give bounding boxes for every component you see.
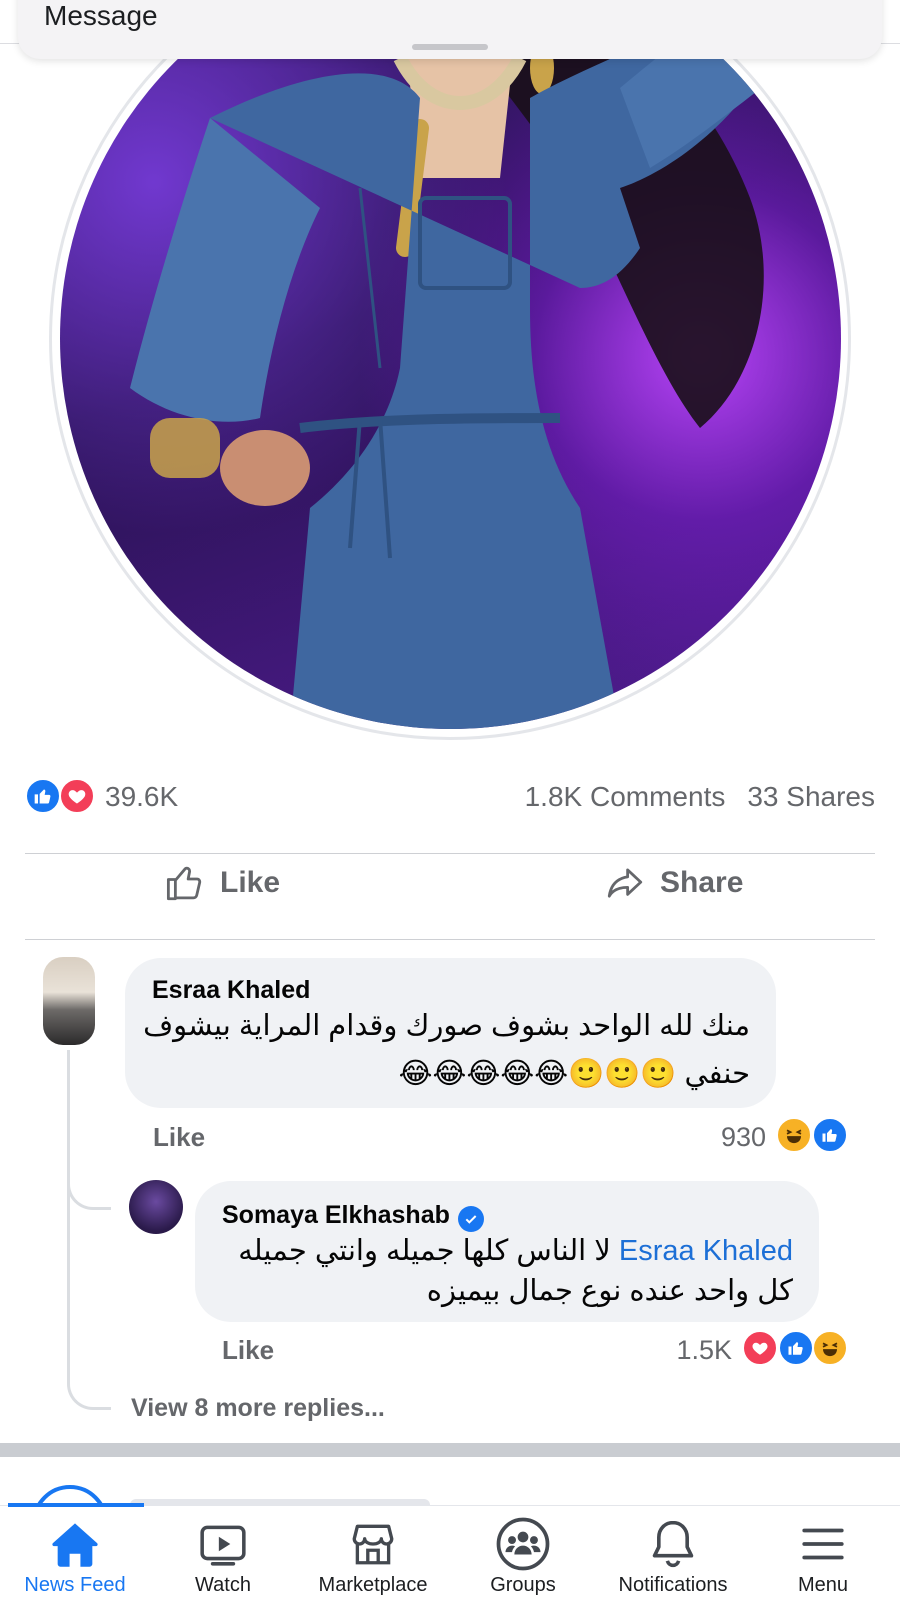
- profile-photo-illustration: [130, 0, 800, 729]
- next-post-peek: [0, 1457, 900, 1507]
- nav-label: Watch: [195, 1574, 251, 1596]
- nav-news-feed[interactable]: News Feed: [0, 1506, 150, 1600]
- groups-icon: [493, 1516, 553, 1572]
- message-sheet[interactable]: Message: [18, 0, 882, 59]
- reply-bubble[interactable]: Somaya Elkhashab Esraa Khaled لا الناس ك…: [195, 1181, 819, 1322]
- menu-icon: [793, 1516, 853, 1572]
- reply-like-button[interactable]: Like: [222, 1335, 274, 1366]
- reply-author[interactable]: Somaya Elkhashab: [222, 1201, 484, 1232]
- comment-reaction-count[interactable]: 930: [680, 1122, 766, 1153]
- nav-groups[interactable]: Groups: [448, 1506, 598, 1600]
- nav-menu[interactable]: Menu: [748, 1506, 898, 1600]
- nav-label: Notifications: [618, 1574, 728, 1596]
- reply-text: لا الناس كلها جميله وانتي جميله: [238, 1235, 611, 1267]
- actions-divider: [25, 939, 875, 940]
- share-button-label: Share: [660, 866, 744, 899]
- post-stats: 39.6K 1.8K Comments 33 Shares: [25, 776, 875, 816]
- reaction-count[interactable]: 39.6K: [105, 781, 178, 813]
- reply-text-line: Esraa Khaled لا الناس كلها جميله وانتي ج…: [238, 1233, 793, 1268]
- message-sheet-title: Message: [44, 0, 158, 31]
- nav-label: Menu: [797, 1574, 849, 1596]
- mention-link[interactable]: Esraa Khaled: [619, 1235, 793, 1267]
- reply-text-line: كل واحد عنده نوع جمال بيميزه: [426, 1275, 793, 1307]
- like-button-label: Like: [220, 866, 281, 899]
- haha-reaction-icon: [812, 1330, 848, 1366]
- love-reaction-icon: [59, 778, 95, 814]
- nav-marketplace[interactable]: Marketplace: [298, 1506, 448, 1600]
- nav-label: Groups: [490, 1574, 556, 1596]
- bell-icon: [643, 1516, 703, 1572]
- thumbs-up-icon: [166, 866, 202, 901]
- comment-text-line: حنفي 🙂🙂🙂😂😂😂😂😂: [398, 1058, 750, 1090]
- comment-author[interactable]: Esraa Khaled: [152, 976, 310, 1005]
- profile-photo[interactable]: [60, 0, 841, 729]
- avatar[interactable]: [43, 957, 95, 1045]
- stats-divider: [25, 853, 875, 854]
- marketplace-icon: [343, 1516, 403, 1572]
- haha-reaction-icon: [776, 1117, 812, 1153]
- reply-reaction-count[interactable]: 1.5K: [650, 1335, 732, 1366]
- share-button[interactable]: Share: [604, 858, 743, 908]
- like-reaction-icon: [812, 1117, 848, 1153]
- bottom-navigation: News Feed Watch Marketplace Groups Notif…: [0, 1503, 900, 1600]
- reply-author-name: Somaya Elkhashab: [222, 1201, 450, 1229]
- like-reaction-icon: [778, 1330, 814, 1366]
- comment-count-link[interactable]: 1.8K Comments: [525, 781, 726, 812]
- nav-notifications[interactable]: Notifications: [598, 1506, 748, 1600]
- thread-connector: [67, 1340, 111, 1410]
- thread-connector: [67, 1140, 111, 1210]
- view-more-replies-link[interactable]: View 8 more replies...: [131, 1394, 385, 1423]
- avatar[interactable]: [129, 1180, 183, 1234]
- verified-badge-icon: [457, 1206, 484, 1232]
- comment-bubble[interactable]: Esraa Khaled منك لله الواحد بشوف صورك وق…: [125, 958, 776, 1108]
- nav-label: News Feed: [24, 1574, 126, 1596]
- sheet-drag-handle[interactable]: [412, 44, 488, 50]
- feed-separator: [0, 1443, 900, 1457]
- nav-label: Marketplace: [318, 1574, 428, 1596]
- share-count-link[interactable]: 33 Shares: [747, 781, 875, 812]
- like-button[interactable]: Like: [164, 858, 280, 908]
- home-icon: [45, 1516, 105, 1572]
- nav-watch[interactable]: Watch: [148, 1506, 298, 1600]
- comment-like-button[interactable]: Like: [153, 1122, 205, 1153]
- love-reaction-icon: [742, 1330, 778, 1366]
- like-reaction-icon: [25, 778, 61, 814]
- comment-text-line: منك لله الواحد بشوف صورك وقدام المراية ب…: [143, 1010, 750, 1042]
- share-arrow-icon: [607, 868, 643, 898]
- watch-icon: [193, 1516, 253, 1572]
